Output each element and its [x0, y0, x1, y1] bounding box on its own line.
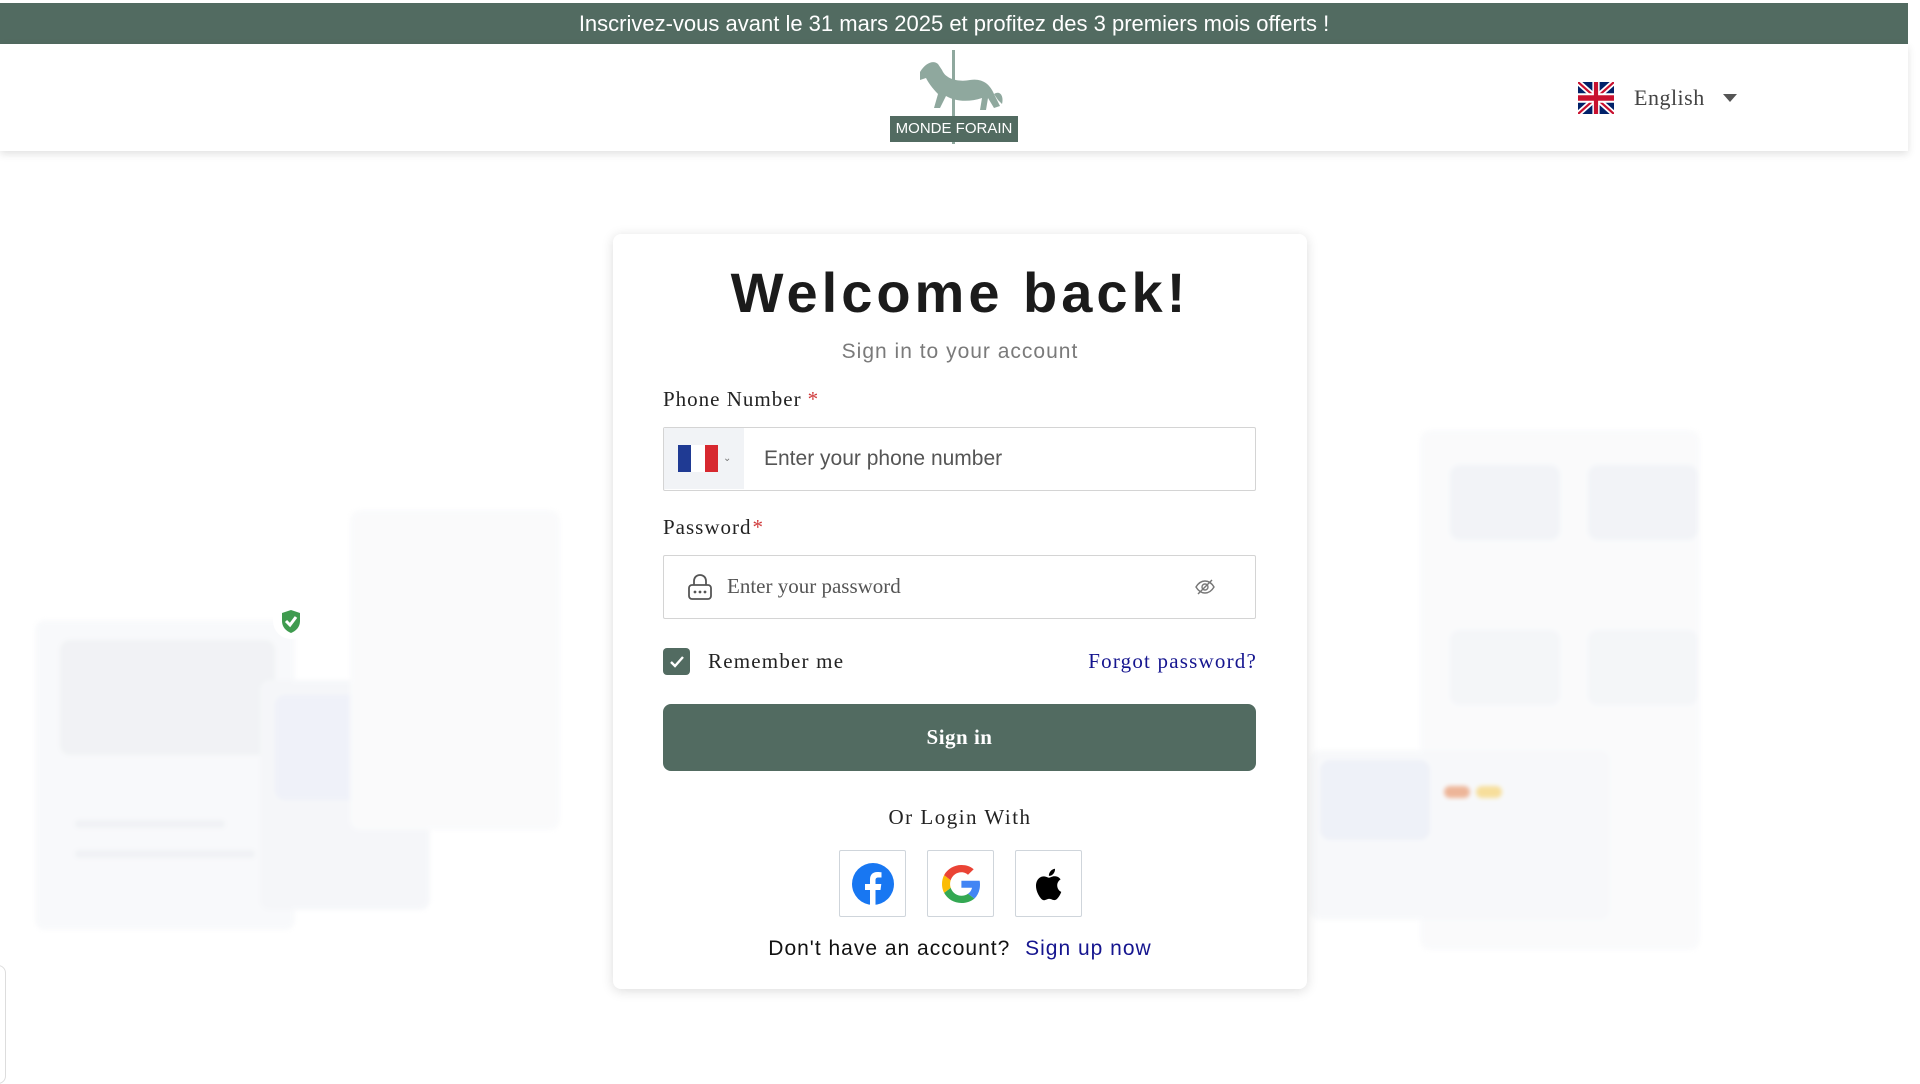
- lock-icon: [688, 574, 712, 600]
- or-login-with-label: Or Login With: [888, 805, 1032, 829]
- google-login-button[interactable]: [927, 850, 994, 917]
- fr-flag-icon: [678, 445, 718, 472]
- sign-up-link[interactable]: Sign up now: [1025, 937, 1152, 960]
- site-header: MONDE FORAIN English: [0, 44, 1908, 151]
- logo-wordmark: MONDE FORAIN: [890, 116, 1018, 142]
- language-label: English: [1634, 85, 1705, 110]
- country-code-selector[interactable]: ⌄: [664, 428, 744, 489]
- phone-label: Phone Number *: [663, 387, 819, 412]
- required-mark: *: [752, 515, 765, 539]
- promo-banner: Inscrivez-vous avant le 31 mars 2025 et …: [0, 3, 1908, 44]
- chevron-down-icon: ⌄: [723, 453, 732, 464]
- phone-label-text: Phone Number: [663, 387, 802, 411]
- apple-login-button[interactable]: [1015, 850, 1082, 917]
- chevron-down-icon: [1722, 94, 1737, 102]
- password-input[interactable]: [727, 556, 1177, 617]
- page-subtitle: Sign in to your account: [841, 340, 1079, 363]
- background-illustration-right: [1310, 420, 1710, 960]
- eye-off-icon[interactable]: [1195, 578, 1215, 596]
- password-label-text: Password: [663, 515, 752, 539]
- language-selector[interactable]: English: [1578, 82, 1737, 114]
- side-panel-tab[interactable]: [0, 965, 6, 1084]
- google-icon: [941, 864, 980, 903]
- facebook-login-button[interactable]: [839, 850, 906, 917]
- uk-flag-icon: [1578, 82, 1614, 114]
- promo-text: Inscrivez-vous avant le 31 mars 2025 et …: [578, 11, 1330, 36]
- login-card: Welcome back! Sign in to your account Ph…: [613, 234, 1307, 989]
- required-mark: *: [807, 387, 820, 411]
- remember-me-checkbox[interactable]: Remember me: [663, 648, 844, 675]
- no-account-text: Don't have an account?: [768, 937, 1011, 960]
- signup-row: Don't have an account? Sign up now: [613, 937, 1307, 961]
- apple-icon: [1035, 868, 1061, 900]
- sign-in-button[interactable]: Sign in: [663, 704, 1256, 771]
- password-field: [663, 555, 1256, 619]
- page-title: Welcome back!: [730, 261, 1190, 324]
- checkbox-checked-icon[interactable]: [663, 648, 690, 675]
- facebook-icon: [851, 862, 894, 906]
- site-logo[interactable]: MONDE FORAIN: [890, 50, 1018, 147]
- shield-check-icon: [273, 603, 309, 639]
- phone-field: ⌄: [663, 427, 1256, 491]
- remember-me-label: Remember me: [708, 649, 845, 673]
- background-illustration-left: [30, 500, 570, 940]
- phone-input[interactable]: [764, 428, 1244, 489]
- forgot-password-link[interactable]: Forgot password?: [1088, 649, 1257, 674]
- password-label: Password*: [663, 515, 764, 540]
